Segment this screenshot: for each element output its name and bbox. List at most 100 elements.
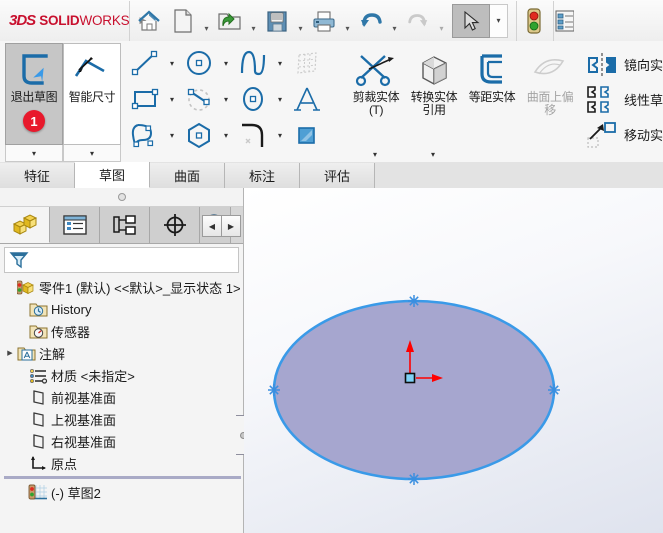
- convert-entities-button[interactable]: 转换实体引用: [405, 43, 463, 138]
- configuration-manager-tab[interactable]: [100, 207, 150, 243]
- property-manager-tab[interactable]: [50, 207, 100, 243]
- shaded-area-tool[interactable]: [287, 117, 341, 153]
- polygon-tool[interactable]: ▾: [179, 117, 233, 153]
- tree-item-history[interactable]: History: [0, 298, 243, 320]
- 3d-curve-tool[interactable]: [287, 45, 341, 81]
- tree-item-right-plane[interactable]: 右视基准面: [0, 430, 243, 452]
- open-folder-icon[interactable]: [213, 2, 247, 40]
- arc-tool-caret[interactable]: ▾: [219, 81, 233, 117]
- top-plane-label: 上视基准面: [51, 410, 116, 429]
- tree-filter-bar[interactable]: [4, 247, 239, 273]
- tree-item-sensors[interactable]: 传感器: [0, 320, 243, 342]
- circle-tool-caret[interactable]: ▾: [219, 45, 233, 81]
- smart-dimension-dropdown[interactable]: ▾: [63, 145, 121, 162]
- line-tool[interactable]: ▾: [125, 45, 179, 81]
- plane-icon: [28, 433, 49, 450]
- spline-tool[interactable]: ▾: [233, 45, 287, 81]
- tree-item-origin[interactable]: 原点: [0, 452, 243, 474]
- sketch-ellipse[interactable]: [274, 301, 554, 479]
- part-icon: [16, 278, 37, 296]
- print-icon[interactable]: [307, 2, 341, 40]
- tab-features[interactable]: 特征: [0, 163, 75, 188]
- spline-tool-caret[interactable]: ▾: [273, 45, 287, 81]
- undo-icon[interactable]: [354, 2, 388, 40]
- print-caret[interactable]: ▾: [341, 0, 354, 47]
- select-mode-caret[interactable]: ▾: [490, 4, 508, 38]
- spline-icon: [233, 45, 273, 81]
- sketch-fillet-icon: [233, 117, 273, 153]
- tree-root-label: 零件1 (默认) <<默认>_显示状态 1>: [39, 278, 241, 297]
- linear-sketch-pattern-icon: [585, 83, 619, 117]
- dimxpert-manager-tab[interactable]: [150, 207, 200, 243]
- brand-solid-text: SOLID: [39, 13, 79, 28]
- exit-sketch-button[interactable]: 退出草图 1: [5, 43, 63, 145]
- quick-access-buttons: ▾ ▾ ▾: [130, 0, 576, 41]
- circle-tool[interactable]: ▾: [179, 45, 233, 81]
- tree-item-top-plane[interactable]: 上视基准面: [0, 408, 243, 430]
- annotations-label: 注解: [39, 344, 65, 363]
- tab-surfaces[interactable]: 曲面: [150, 163, 225, 188]
- save-caret[interactable]: ▾: [294, 0, 307, 47]
- smart-dimension-button[interactable]: 智能尺寸: [63, 43, 121, 145]
- sketch-canvas[interactable]: [244, 188, 663, 533]
- trim-entities-dropdown[interactable]: ▾: [347, 148, 403, 162]
- annotations-expander[interactable]: ▶: [4, 349, 16, 357]
- arc-tool[interactable]: ▾: [179, 81, 233, 117]
- tree-item-sketch2[interactable]: (-) 草图2: [0, 481, 243, 503]
- undo-caret[interactable]: ▾: [388, 0, 401, 47]
- tree-item-material[interactable]: 材质 <未指定>: [0, 364, 243, 386]
- redo-caret: ▾: [435, 0, 448, 47]
- ribbon-group-pattern: 镜向实体 线性草图阵列 ▾: [579, 41, 663, 152]
- move-entities-button[interactable]: 移动实体 ▾: [585, 117, 663, 152]
- move-entities-icon: [585, 118, 619, 152]
- feature-tree: 零件1 (默认) <<默认>_显示状态 1> History: [0, 273, 243, 503]
- tree-root-part[interactable]: 零件1 (默认) <<默认>_显示状态 1>: [0, 276, 243, 298]
- exit-sketch-dropdown[interactable]: ▾: [5, 145, 63, 162]
- select-arrow-icon[interactable]: [452, 4, 490, 38]
- tree-item-annotations[interactable]: ▶ 注解: [0, 342, 243, 364]
- save-icon[interactable]: [260, 2, 294, 40]
- quick-access-toolbar: 3DS SOLIDWORKS ▶ ▾: [0, 0, 663, 42]
- options-list-icon[interactable]: [554, 2, 574, 40]
- open-folder-caret[interactable]: ▾: [247, 0, 260, 47]
- new-document-caret[interactable]: ▾: [200, 0, 213, 47]
- feature-manager-tab[interactable]: [0, 207, 50, 243]
- manager-tab-next[interactable]: ▶: [221, 215, 241, 237]
- manager-tab-nav: ◀ ▶: [202, 215, 241, 237]
- mirror-entities-icon: [585, 48, 619, 82]
- ellipse-tool[interactable]: ▾: [233, 81, 287, 117]
- panel-grip[interactable]: [0, 188, 243, 207]
- line-tool-caret[interactable]: ▾: [165, 45, 179, 81]
- rectangle-tool-caret[interactable]: ▾: [165, 81, 179, 117]
- new-document-icon[interactable]: [166, 2, 200, 40]
- slot-tool-caret[interactable]: ▾: [165, 117, 179, 153]
- mirror-entities-button[interactable]: 镜向实体: [585, 47, 663, 82]
- slot-tool[interactable]: ▾: [125, 117, 179, 153]
- tree-item-front-plane[interactable]: 前视基准面: [0, 386, 243, 408]
- tab-evaluate[interactable]: 评估: [300, 163, 375, 188]
- tab-sketch[interactable]: 草图: [75, 162, 150, 188]
- ellipse-tool-caret[interactable]: ▾: [273, 81, 287, 117]
- offset-entities-button[interactable]: 等距实体: [463, 43, 521, 148]
- manager-tab-prev[interactable]: ◀: [202, 215, 221, 237]
- circle-icon: [179, 45, 219, 81]
- trim-entities-button[interactable]: 剪裁实体(T): [347, 43, 405, 138]
- command-manager-tabs: 特征 草图 曲面 标注 评估: [0, 162, 663, 189]
- sketch-fillet-tool[interactable]: ▾: [233, 117, 287, 153]
- convert-entities-dropdown[interactable]: ▾: [405, 148, 461, 162]
- linear-sketch-pattern-button[interactable]: 线性草图阵列 ▾: [585, 82, 663, 117]
- history-folder-icon: [28, 301, 49, 318]
- tab-markup[interactable]: 标注: [225, 163, 300, 188]
- home-icon[interactable]: [132, 2, 166, 40]
- rectangle-tool[interactable]: ▾: [125, 81, 179, 117]
- origin-label: 原点: [51, 454, 77, 473]
- text-tool[interactable]: [287, 81, 341, 117]
- sketch-fillet-caret[interactable]: ▾: [273, 117, 287, 153]
- graphics-area[interactable]: [244, 188, 663, 533]
- manager-tab-strip: ◀ ▶: [0, 207, 243, 244]
- solidworks-window: 3DS SOLIDWORKS ▶ ▾: [0, 0, 663, 533]
- traffic-light-icon[interactable]: [517, 2, 551, 40]
- rollback-bar[interactable]: [4, 476, 241, 479]
- redo-icon: [401, 2, 435, 40]
- polygon-tool-caret[interactable]: ▾: [219, 117, 233, 153]
